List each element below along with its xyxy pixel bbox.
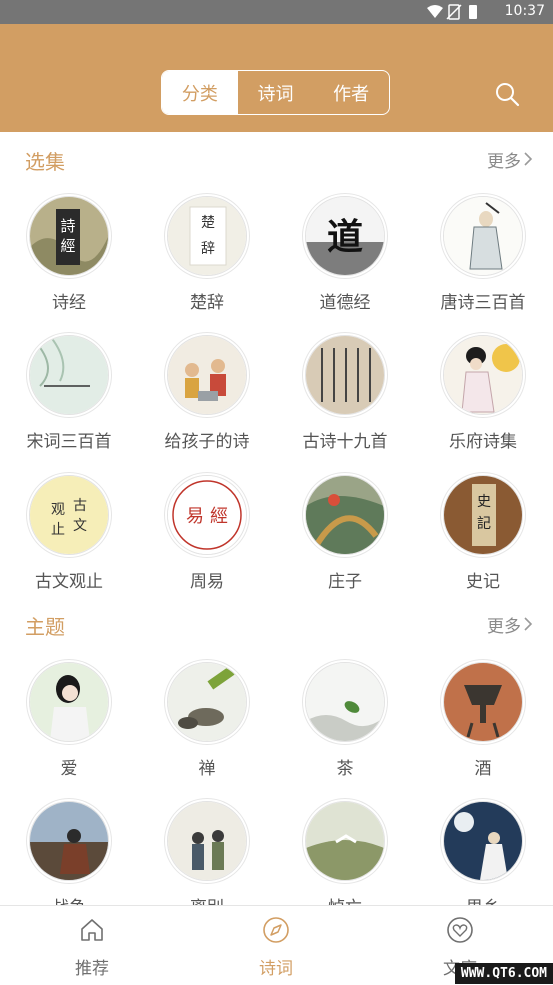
chevron-right-icon[interactable] [523, 617, 533, 631]
svg-text:記: 記 [477, 515, 491, 532]
collection-label: 古诗十九首 [276, 427, 414, 452]
collection-item-daodejing[interactable]: 道 道德经 [276, 196, 414, 326]
theme-label: 禅 [138, 754, 276, 779]
wine-thumbnail [443, 662, 523, 742]
collection-item-songci[interactable]: 宋词三百首 [0, 335, 138, 465]
gushi19-thumbnail [305, 335, 385, 415]
svg-text:道: 道 [327, 216, 363, 258]
love-thumbnail [29, 662, 109, 742]
status-time: 10:37 [505, 3, 545, 19]
chuci-thumbnail: 楚辞 [167, 196, 247, 276]
svg-text:經: 經 [60, 237, 75, 255]
svg-text:止: 止 [51, 522, 65, 538]
collection-label: 楚辞 [138, 288, 276, 313]
children-poems-thumbnail [167, 335, 247, 415]
home-icon [78, 916, 106, 944]
shiji-thumbnail: 史記 [443, 475, 523, 555]
theme-item-zen[interactable]: 禅 [138, 662, 276, 792]
tea-thumbnail [305, 662, 385, 742]
collection-item-children-poems[interactable]: 给孩子的诗 [138, 335, 276, 465]
status-icons [425, 4, 485, 20]
collection-item-tangshi[interactable]: 唐诗三百首 [414, 196, 552, 326]
collection-item-gushi19[interactable]: 古诗十九首 [276, 335, 414, 465]
svg-text:楚: 楚 [201, 215, 215, 231]
tab-poems[interactable]: 诗词 [238, 71, 314, 114]
theme-label: 酒 [414, 754, 552, 779]
heart-icon [446, 916, 474, 944]
collection-label: 乐府诗集 [414, 427, 552, 452]
collection-item-yuefu[interactable]: 乐府诗集 [414, 335, 552, 465]
homesick-thumbnail [443, 801, 523, 881]
nav-recommend[interactable]: 推荐 [0, 906, 184, 985]
search-icon[interactable] [494, 81, 520, 107]
theme-item-tea[interactable]: 茶 [276, 662, 414, 792]
svg-text:史: 史 [477, 494, 491, 510]
zhouyi-thumbnail: 易經 [167, 475, 247, 555]
svg-text:文: 文 [73, 518, 87, 534]
themes-header: 主题 更多 [0, 601, 553, 641]
collection-item-chuci[interactable]: 楚辞 楚辞 [138, 196, 276, 326]
collection-label: 道德经 [276, 288, 414, 313]
collection-label: 古文观止 [0, 567, 138, 592]
collections-title: 选集 [25, 146, 65, 175]
mourning-thumbnail [305, 801, 385, 881]
shijing-thumbnail: 詩經 [29, 196, 109, 276]
guwenguanzhi-thumbnail: 古文观止 [29, 475, 109, 555]
collection-label: 宋词三百首 [0, 427, 138, 452]
collection-label: 庄子 [276, 567, 414, 592]
svg-text:辞: 辞 [201, 241, 215, 257]
zhuangzi-thumbnail [305, 475, 385, 555]
nav-label: 诗词 [184, 954, 368, 979]
top-header: 分类 诗词 作者 [0, 24, 553, 132]
collection-item-zhuangzi[interactable]: 庄子 [276, 475, 414, 605]
status-bar: 10:37 [0, 0, 553, 24]
zen-thumbnail [167, 662, 247, 742]
wifi-icon [427, 5, 443, 18]
theme-label: 茶 [276, 754, 414, 779]
theme-label: 爱 [0, 754, 138, 779]
themes-more-link[interactable]: 更多 [487, 612, 521, 637]
songci-thumbnail [29, 335, 109, 415]
svg-text:古: 古 [73, 498, 87, 514]
chevron-right-icon[interactable] [523, 152, 533, 166]
svg-text:經: 經 [210, 506, 228, 527]
collections-more-link[interactable]: 更多 [487, 147, 521, 172]
collection-label: 周易 [138, 567, 276, 592]
collection-item-shiji[interactable]: 史記 史记 [414, 475, 552, 605]
nav-poems[interactable]: 诗词 [184, 906, 368, 985]
tab-category[interactable]: 分类 [162, 71, 238, 114]
collection-label: 唐诗三百首 [414, 288, 552, 313]
collection-item-guwenguanzhi[interactable]: 古文观止 古文观止 [0, 475, 138, 605]
themes-title: 主题 [25, 611, 65, 640]
svg-text:詩: 詩 [60, 217, 75, 235]
collection-item-shijing[interactable]: 詩經 诗经 [0, 196, 138, 326]
farewell-thumbnail [167, 801, 247, 881]
yuefu-thumbnail [443, 335, 523, 415]
collection-label: 给孩子的诗 [138, 427, 276, 452]
tangshi-thumbnail [443, 196, 523, 276]
collection-item-zhouyi[interactable]: 易經 周易 [138, 475, 276, 605]
battery-icon [469, 5, 477, 19]
theme-item-love[interactable]: 爱 [0, 662, 138, 792]
compass-icon [262, 916, 290, 944]
category-segmented-control: 分类 诗词 作者 [161, 70, 390, 115]
site-watermark: WWW.QT6.COM [455, 963, 553, 984]
theme-item-wine[interactable]: 酒 [414, 662, 552, 792]
collection-label: 史记 [414, 567, 552, 592]
collections-header: 选集 更多 [0, 136, 553, 176]
svg-text:观: 观 [51, 502, 65, 518]
svg-text:易: 易 [186, 506, 204, 527]
tab-authors[interactable]: 作者 [313, 71, 389, 114]
war-thumbnail [29, 801, 109, 881]
nav-label: 推荐 [0, 954, 184, 979]
daodejing-thumbnail: 道 [305, 196, 385, 276]
collection-label: 诗经 [0, 288, 138, 313]
